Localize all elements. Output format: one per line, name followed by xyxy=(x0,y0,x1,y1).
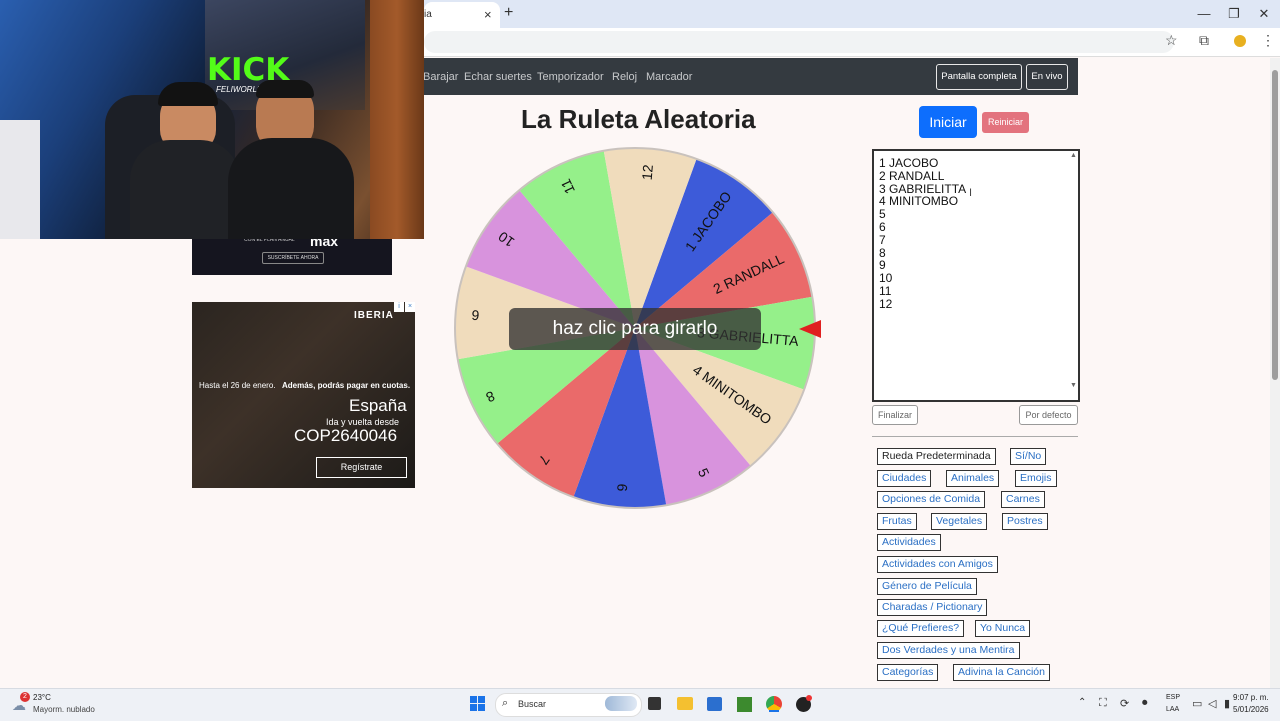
minecraft-icon[interactable] xyxy=(737,697,752,712)
clock-date[interactable]: 5/01/2026 xyxy=(1233,705,1269,714)
search-highlight-icon xyxy=(605,696,637,711)
ad-close-icon[interactable]: × xyxy=(405,302,415,312)
wheel-segment-label: 6 xyxy=(471,307,480,324)
preset-button[interactable]: Opciones de Comida xyxy=(877,491,986,508)
preset-button[interactable]: Frutas xyxy=(877,513,917,530)
preset-button[interactable]: Categorías xyxy=(877,664,939,681)
tray-app-icon[interactable]: ⛶ xyxy=(1099,697,1107,710)
webcam-wall-panel xyxy=(0,120,40,239)
clock-time[interactable]: 9:07 p. m. xyxy=(1233,693,1269,702)
wheel-segment-label: 6 xyxy=(614,483,631,492)
webcam-person-left-cap xyxy=(158,82,218,106)
tab-close-icon[interactable]: × xyxy=(484,7,492,22)
weather-text[interactable]: Mayorm. nublado xyxy=(33,705,95,714)
entry-line: 12 xyxy=(879,296,893,311)
nav-link-echar-suertes[interactable]: Echar suertes xyxy=(464,71,532,83)
preset-button[interactable]: Adivina la Canción xyxy=(953,664,1050,681)
bookmark-star-icon[interactable]: ☆ xyxy=(1165,32,1178,49)
profile-avatar[interactable] xyxy=(1234,35,1246,47)
minimize-button[interactable]: — xyxy=(1190,4,1218,24)
ad-iberia-tagline-bold: Además, podrás pagar en cuotas. xyxy=(282,381,411,390)
chrome-active-indicator xyxy=(769,710,779,712)
volume-icon[interactable]: ◁ xyxy=(1208,697,1216,710)
ad-banner-max[interactable]: CON EL PLAN ANUAL max SUSCRÍBETE AHORA xyxy=(192,233,392,275)
preset-button[interactable]: Ciudades xyxy=(877,470,932,487)
tray-mic-icon[interactable]: ⏺ xyxy=(1142,697,1148,710)
entry-line: 4 MINITOMBO xyxy=(879,194,959,209)
textarea-scroll-down-icon[interactable]: ▼ xyxy=(1070,382,1077,389)
webcam-person-right-body xyxy=(228,138,354,239)
webcam-overlay: KICK FELIWORLD xyxy=(0,0,424,239)
tray-sync-icon[interactable]: ⟳ xyxy=(1120,697,1129,710)
preset-button[interactable]: Charadas / Pictionary xyxy=(877,599,988,616)
extensions-icon[interactable]: ⧉ xyxy=(1199,32,1209,49)
page-title: La Ruleta Aleatoria xyxy=(521,104,756,134)
address-bar[interactable] xyxy=(424,31,1174,53)
app-notification-dot xyxy=(806,695,812,701)
preset-button[interactable]: Vegetales xyxy=(931,513,988,530)
spin-hint-overlay[interactable]: haz clic para girarlo xyxy=(509,308,761,350)
file-explorer-icon[interactable] xyxy=(677,697,693,710)
browser-menu-icon[interactable]: ⋮ xyxy=(1261,32,1275,49)
start-windows-icon[interactable] xyxy=(470,696,485,711)
reset-button[interactable]: Reiniciar xyxy=(982,112,1029,133)
search-icon: ⌕ xyxy=(502,697,509,709)
preset-button[interactable]: Dos Verdades y una Mentira xyxy=(877,642,1020,659)
live-button[interactable]: En vivo xyxy=(1026,64,1068,90)
textarea-scroll-up-icon[interactable]: ▲ xyxy=(1070,152,1077,159)
nav-link-barajar[interactable]: Barajar xyxy=(423,71,458,83)
language-primary[interactable]: ESP xyxy=(1166,694,1180,701)
restore-button[interactable]: ❐ xyxy=(1220,4,1248,24)
preset-button[interactable]: Rueda Predeterminada xyxy=(877,448,996,465)
ad-iberia-brand: IBERIA xyxy=(354,310,394,321)
divider xyxy=(872,436,1078,437)
preset-button[interactable]: Actividades con Amigos xyxy=(877,556,998,573)
webcam-person-right-hair xyxy=(256,80,314,98)
preset-button[interactable]: Género de Película xyxy=(877,578,977,595)
nav-link-reloj[interactable]: Reloj xyxy=(612,71,637,83)
preset-button[interactable]: ¿Qué Prefieres? xyxy=(877,620,965,637)
tray-chevron-icon[interactable]: ⌃ xyxy=(1078,697,1086,708)
battery-icon[interactable]: ▮ xyxy=(1224,697,1230,710)
entries-textarea[interactable]: 1 JACOBO 2 RANDALL 3 GABRIELITTA 4 MINITOMB… xyxy=(872,149,1080,402)
task-view-icon[interactable] xyxy=(648,697,661,710)
store-icon[interactable] xyxy=(707,697,722,711)
default-button[interactable]: Por defecto xyxy=(1019,405,1078,425)
nav-link-marcador[interactable]: Marcador xyxy=(646,71,692,83)
ad-iberia-tagline: Hasta el 26 de enero. xyxy=(199,381,276,390)
close-window-button[interactable]: ✕ xyxy=(1250,4,1278,24)
fullscreen-button[interactable]: Pantalla completa xyxy=(936,64,1022,90)
ad-iberia-destination: España xyxy=(349,396,407,415)
page-scrollbar-thumb[interactable] xyxy=(1272,70,1278,380)
network-icon[interactable]: ▭ xyxy=(1192,697,1202,710)
preset-button[interactable]: Actividades xyxy=(877,534,941,551)
preset-button[interactable]: Postres xyxy=(1002,513,1048,530)
preset-button[interactable]: Animales xyxy=(946,470,1000,487)
new-tab-button[interactable]: + xyxy=(504,4,513,22)
preset-button[interactable]: Sí/No xyxy=(1010,448,1047,465)
ad-max-cta[interactable]: SUSCRÍBETE AHORA xyxy=(262,252,324,264)
finish-button[interactable]: Finalizar xyxy=(872,405,918,425)
text-cursor-icon: I xyxy=(969,187,973,199)
ad-info-icon[interactable]: i xyxy=(394,302,404,312)
preset-button[interactable]: Emojis xyxy=(1015,470,1057,487)
language-secondary[interactable]: LAA xyxy=(1166,706,1179,713)
active-tab[interactable]: ia × xyxy=(424,2,500,28)
ad-iberia-price: COP2640046 xyxy=(294,426,398,445)
preset-button[interactable]: Carnes xyxy=(1001,491,1045,508)
preset-button[interactable]: Yo Nunca xyxy=(975,620,1031,637)
weather-badge: 2 xyxy=(20,692,30,702)
start-button[interactable]: Iniciar xyxy=(919,106,977,138)
taskbar-search-label: Buscar xyxy=(518,699,547,709)
wheel-segment-label: 12 xyxy=(639,164,656,181)
webcam-person-left-body xyxy=(130,140,240,239)
ad-banner-iberia[interactable]: IBERIA i × Hasta el 26 de enero. Además,… xyxy=(192,302,415,488)
wheel-pointer-icon xyxy=(799,320,821,338)
tab-title: ia xyxy=(424,9,432,20)
weather-temperature[interactable]: 23°C xyxy=(33,693,51,702)
nav-link-temporizador[interactable]: Temporizador xyxy=(537,71,604,83)
webcam-door xyxy=(370,0,424,239)
ad-iberia-cta[interactable]: Regístrate xyxy=(316,457,407,478)
